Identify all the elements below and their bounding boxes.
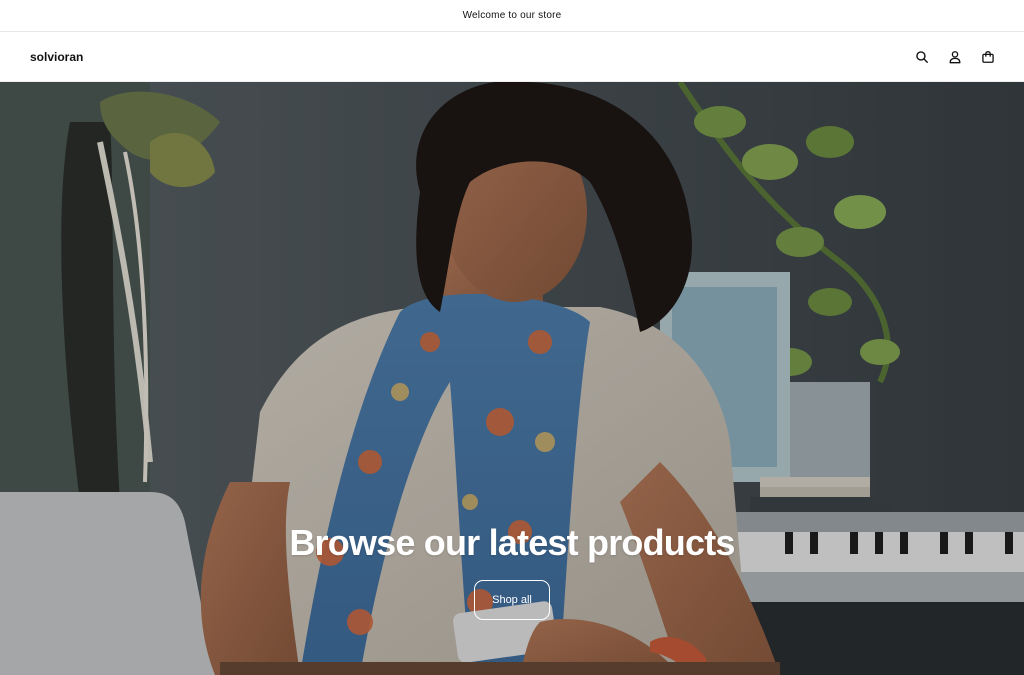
- search-button[interactable]: [911, 46, 932, 67]
- hero-banner: Browse our latest products Shop all: [0, 82, 1024, 675]
- account-icon: [949, 50, 960, 63]
- store-logo[interactable]: solvioran: [30, 50, 83, 64]
- account-button[interactable]: [944, 46, 965, 67]
- hero-title: Browse our latest products: [289, 522, 735, 563]
- search-icon: [915, 50, 928, 63]
- cart-icon: [981, 50, 994, 63]
- site-header: solvioran: [0, 32, 1024, 82]
- hero-content: Browse our latest products Shop all: [0, 522, 1024, 620]
- announcement-bar: Welcome to our store: [0, 0, 1024, 32]
- announcement-text: Welcome to our store: [462, 10, 562, 21]
- header-icons: [911, 46, 998, 67]
- cart-button[interactable]: [977, 46, 998, 67]
- shop-all-button[interactable]: Shop all: [474, 580, 550, 620]
